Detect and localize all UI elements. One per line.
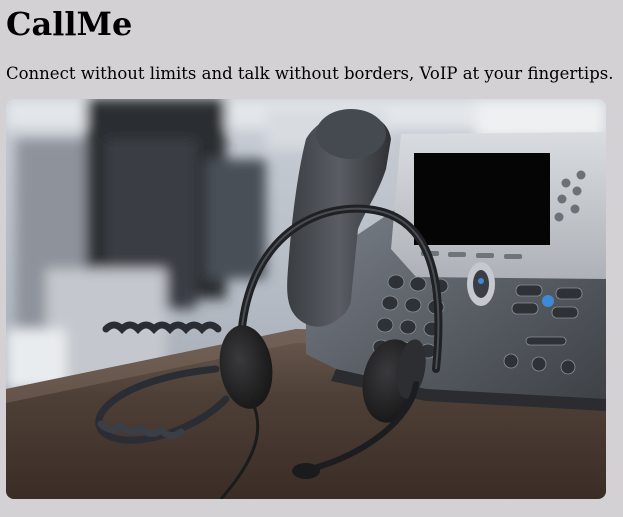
phone-headset-photo — [6, 99, 606, 499]
phone-screen — [414, 153, 550, 245]
hero-image — [6, 99, 606, 499]
app-tagline: Connect without limits and talk without … — [6, 64, 614, 83]
app-title: CallMe — [6, 5, 133, 43]
